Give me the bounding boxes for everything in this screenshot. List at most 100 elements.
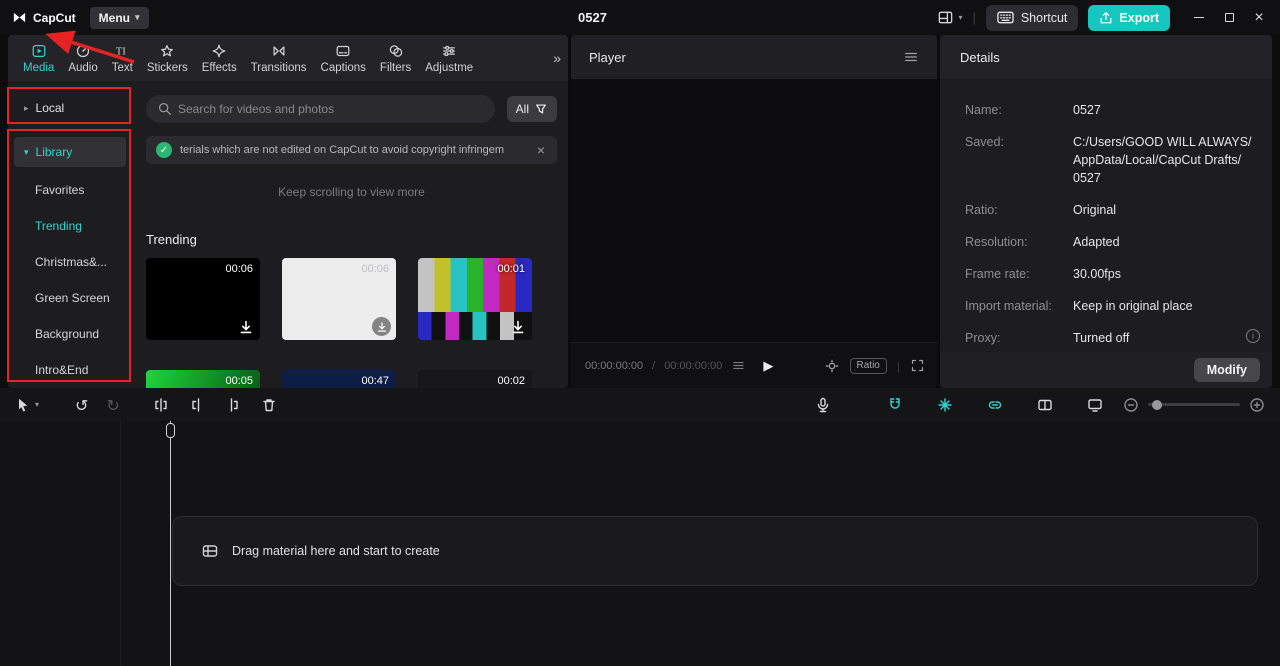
duration-badge: 00:02 <box>497 375 525 387</box>
preview-axis-icon[interactable] <box>1036 396 1054 414</box>
linked-selection-icon[interactable] <box>986 396 1004 414</box>
tab-label: Transitions <box>250 61 307 74</box>
sidebar-item-favorites[interactable]: Favorites <box>8 172 132 208</box>
tab-label: Text <box>111 61 133 74</box>
info-icon[interactable]: i <box>1246 329 1260 343</box>
frame-list-icon[interactable] <box>731 358 746 373</box>
layout-switch-button[interactable]: ▾ <box>937 9 962 26</box>
download-icon[interactable] <box>510 319 526 335</box>
undo-button[interactable]: ↺ <box>75 396 88 415</box>
media-panel: Media Audio TI Text Stickers Effects Tra… <box>8 35 568 388</box>
library-label: Library <box>35 145 73 159</box>
video-thumbnail[interactable]: 00:01 <box>418 258 532 340</box>
minimize-icon <box>1194 17 1204 18</box>
focus-icon[interactable] <box>824 358 840 374</box>
copyright-notice-banner: ✓ terials which are not edited on CapCut… <box>146 136 557 164</box>
text-icon: TI <box>116 46 127 57</box>
video-thumbnail[interactable]: 00:06 <box>146 258 260 340</box>
sidebar-item-local[interactable]: ▸ Local <box>14 93 126 123</box>
zoom-slider-knob[interactable] <box>1152 399 1162 410</box>
select-tool-button[interactable]: ▾ <box>14 396 39 414</box>
microphone-icon[interactable] <box>814 396 832 414</box>
video-thumbnail[interactable]: 00:02 <box>418 370 532 388</box>
sidebar-item-christmas[interactable]: Christmas&... <box>8 244 132 280</box>
menu-button[interactable]: Menu ▾ <box>89 6 149 29</box>
search-input[interactable] <box>146 95 495 123</box>
zoom-out-icon[interactable] <box>1122 396 1140 414</box>
split-icon[interactable] <box>152 396 170 414</box>
tab-text[interactable]: TI Text <box>105 43 140 74</box>
playhead-line[interactable] <box>170 421 171 666</box>
screen-mirroring-icon[interactable] <box>1086 396 1104 414</box>
svg-text:TI: TI <box>116 46 127 57</box>
detail-value: Original <box>1073 203 1117 217</box>
shortcut-button[interactable]: Shortcut <box>985 4 1079 31</box>
tab-captions[interactable]: Captions <box>314 43 373 74</box>
tab-effects[interactable]: Effects <box>195 43 244 74</box>
tab-label: Filters <box>379 61 412 74</box>
export-icon <box>1100 11 1112 23</box>
sidebar-item-green-screen[interactable]: Green Screen <box>8 280 132 316</box>
tab-media[interactable]: Media <box>16 43 61 74</box>
keyboard-icon <box>997 11 1014 24</box>
trim-right-icon[interactable] <box>224 396 242 414</box>
caret-right-icon: ▸ <box>24 102 29 113</box>
tab-label: Adjustme <box>425 61 474 74</box>
tab-stickers[interactable]: Stickers <box>140 43 195 74</box>
detail-row-import-material: Import material: Keep in original place <box>965 297 1260 315</box>
zoom-in-icon[interactable] <box>1248 396 1266 414</box>
timeline-zoom-slider[interactable] <box>1148 399 1240 410</box>
tab-audio[interactable]: Audio <box>61 43 104 74</box>
tab-label: Stickers <box>146 61 188 74</box>
player-menu-icon[interactable] <box>903 49 919 65</box>
detail-row-ratio: Ratio: Original <box>965 201 1260 219</box>
timeline-area[interactable]: Drag material here and start to create <box>0 421 1280 666</box>
modify-button[interactable]: Modify <box>1193 358 1260 382</box>
tab-filters[interactable]: Filters <box>373 43 418 74</box>
detail-row-frame-rate: Frame rate: 30.00fps <box>965 265 1260 283</box>
notice-text: terials which are not edited on CapCut t… <box>180 144 505 156</box>
auto-ripple-icon[interactable] <box>936 396 954 414</box>
detail-label: Proxy: <box>965 331 1001 345</box>
duration-badge: 00:05 <box>225 375 253 387</box>
filter-label: All <box>515 102 529 116</box>
filter-all-button[interactable]: All <box>506 96 557 122</box>
delete-icon[interactable] <box>260 396 278 414</box>
capcut-app-window: CapCut Menu ▾ 0527 ▾ | Shortcut Export ×… <box>0 0 1280 666</box>
redo-button[interactable]: ↻ <box>106 396 119 415</box>
main-track-magnet-icon[interactable] <box>886 396 904 414</box>
sidebar-item-intro-end[interactable]: Intro&End <box>8 352 132 388</box>
detail-value: Turned off <box>1073 331 1130 345</box>
sidebar-item-trending[interactable]: Trending <box>8 208 132 244</box>
sidebar-item-library[interactable]: ▾ Library <box>14 137 126 167</box>
more-tabs-chevron-icon[interactable]: » <box>553 50 561 66</box>
tab-adjustment[interactable]: Adjustme <box>418 43 480 74</box>
sidebar-item-label: Trending <box>35 219 82 233</box>
ratio-button[interactable]: Ratio <box>849 357 887 374</box>
tab-transitions[interactable]: Transitions <box>244 43 314 74</box>
maximize-button[interactable] <box>1214 0 1244 35</box>
playhead-handle[interactable] <box>166 423 175 438</box>
fullscreen-icon[interactable] <box>910 358 925 373</box>
modify-bar: Modify <box>940 352 1272 388</box>
play-button[interactable]: ▶ <box>763 358 773 374</box>
timeline-dropzone[interactable]: Drag material here and start to create <box>172 516 1258 586</box>
sidebar-item-background[interactable]: Background <box>8 316 132 352</box>
filter-funnel-icon <box>536 104 546 114</box>
minimize-button[interactable] <box>1184 0 1214 35</box>
dropzone-hint: Drag material here and start to create <box>232 544 440 558</box>
download-icon[interactable] <box>238 319 254 335</box>
player-title: Player <box>589 49 626 65</box>
banner-close-icon[interactable]: × <box>535 142 547 158</box>
export-button[interactable]: Export <box>1088 4 1170 31</box>
video-thumbnail[interactable]: 00:05 <box>146 370 260 388</box>
project-title: 0527 <box>578 10 607 25</box>
video-thumbnail[interactable]: 00:47 <box>282 370 396 388</box>
detail-row-saved: Saved: C:/Users/GOOD WILL ALWAYS/ AppDat… <box>965 133 1260 187</box>
trim-left-icon[interactable] <box>188 396 206 414</box>
timecode-separator: / <box>652 359 656 372</box>
details-panel: Details Name: 0527 Saved: C:/Users/GOOD … <box>940 35 1272 388</box>
video-thumbnail[interactable]: 00:06 <box>282 258 396 340</box>
download-icon[interactable] <box>376 321 388 333</box>
close-button[interactable]: × <box>1244 0 1274 35</box>
